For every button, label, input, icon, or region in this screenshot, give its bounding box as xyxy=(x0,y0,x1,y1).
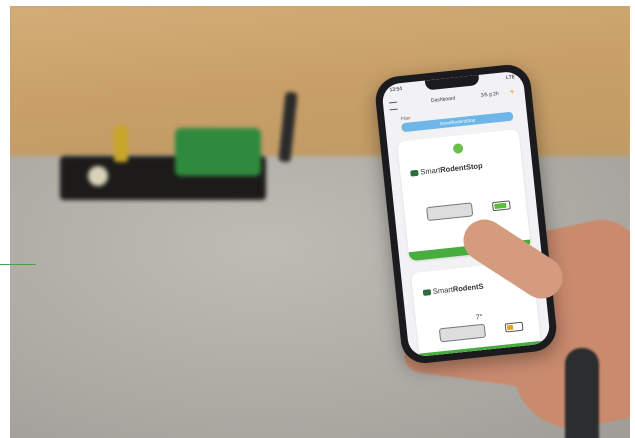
battery-icon xyxy=(491,200,511,212)
device-green-box xyxy=(175,128,261,176)
phone-screen: 13:54 LTE Dashboard 3/5 g 2h + Filter Sm… xyxy=(381,70,551,358)
green-line xyxy=(0,264,36,265)
trap-image xyxy=(426,202,474,222)
battery-icon xyxy=(504,321,524,333)
phone-notch xyxy=(424,74,480,91)
menu-icon[interactable] xyxy=(388,101,398,111)
temperature-readout: 7° xyxy=(475,313,483,322)
status-time: 13:54 xyxy=(389,86,403,94)
trap-image xyxy=(438,323,487,343)
photo-scene: 13:54 LTE Dashboard 3/5 g 2h + Filter Sm… xyxy=(10,6,630,438)
add-icon[interactable]: + xyxy=(509,86,519,96)
device-yellow-part xyxy=(114,126,128,162)
page-title: Dashboard xyxy=(430,95,456,105)
brand-logo-icon xyxy=(422,289,432,296)
status-signal: LTE xyxy=(505,74,516,82)
device-filter-button[interactable]: SmartRodentStop xyxy=(401,111,514,133)
brand-logo-icon xyxy=(410,169,419,177)
filter-label[interactable]: Filter xyxy=(400,115,410,121)
status-dot xyxy=(452,142,464,154)
stylus-pen xyxy=(565,348,599,438)
brand-name: SmartRodentStop xyxy=(419,161,484,177)
smartphone: 13:54 LTE Dashboard 3/5 g 2h + Filter Sm… xyxy=(373,62,559,366)
device-knob xyxy=(88,166,108,186)
topbar-info: 3/5 g 2h xyxy=(480,90,500,99)
brand-name: SmartRodentS xyxy=(432,281,484,296)
